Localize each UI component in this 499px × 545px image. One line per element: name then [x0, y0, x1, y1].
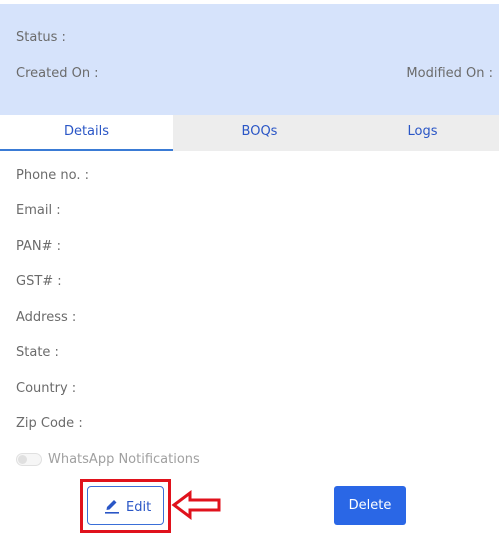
- pan-label: PAN# :: [16, 239, 62, 254]
- whatsapp-toggle[interactable]: [16, 453, 42, 466]
- tab-boqs[interactable]: BOQs: [173, 115, 346, 151]
- tab-details[interactable]: Details: [0, 115, 173, 151]
- pencil-icon: [104, 496, 120, 518]
- country-label: Country :: [16, 381, 77, 396]
- phone-label: Phone no. :: [16, 168, 90, 183]
- modified-on-label: Modified On :: [406, 66, 493, 81]
- address-label: Address :: [16, 310, 77, 325]
- left-arrow-icon: [171, 489, 223, 525]
- whatsapp-notifications-label: WhatsApp Notifications: [48, 452, 200, 467]
- status-label: Status :: [16, 30, 66, 45]
- gst-label: GST# :: [16, 274, 62, 289]
- state-label: State :: [16, 345, 59, 360]
- created-on-label: Created On :: [16, 66, 99, 81]
- toggle-knob: [18, 455, 27, 464]
- delete-button[interactable]: Delete: [334, 486, 406, 525]
- email-label: Email :: [16, 203, 61, 218]
- record-header: Status : Created On : Modified On :: [0, 4, 499, 115]
- zip-code-label: Zip Code :: [16, 416, 83, 431]
- tab-logs[interactable]: Logs: [346, 115, 499, 151]
- tab-bar: Details BOQs Logs: [0, 115, 499, 151]
- edit-button[interactable]: Edit: [87, 486, 164, 525]
- edit-button-label: Edit: [126, 500, 152, 515]
